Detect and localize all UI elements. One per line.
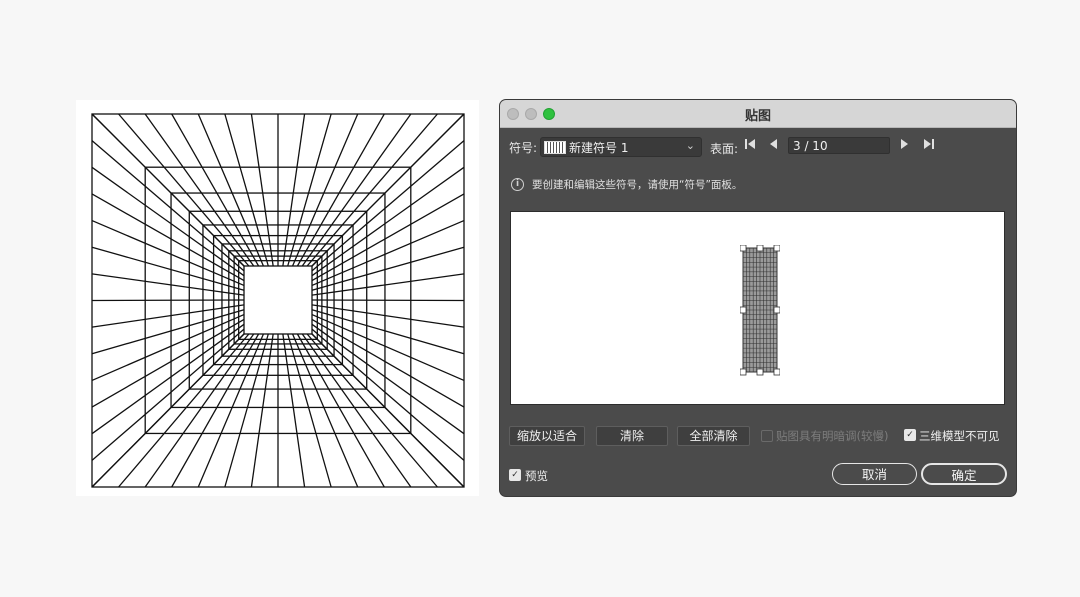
clear-all-button[interactable]: 全部清除 bbox=[677, 426, 750, 446]
tunnel-line bbox=[296, 113, 385, 267]
title-bar[interactable]: 贴图 bbox=[500, 100, 1016, 128]
map-art-dialog: 贴图 符号: 新建符号 1 ⌄ 表面: 3 / 10 i 要创建和编辑这些符号，… bbox=[500, 100, 1016, 496]
tunnel-rect bbox=[243, 265, 313, 335]
next-surface-icon[interactable] bbox=[896, 138, 912, 154]
previous-surface-icon[interactable] bbox=[766, 138, 782, 154]
clear-button[interactable]: 清除 bbox=[596, 426, 668, 446]
last-surface-icon[interactable] bbox=[921, 138, 937, 154]
tunnel-line bbox=[91, 328, 245, 461]
tunnel-line bbox=[311, 140, 465, 272]
tunnel-line bbox=[91, 193, 245, 282]
shade-artwork-checkbox[interactable] bbox=[761, 430, 773, 442]
tunnel-line bbox=[118, 333, 250, 488]
selection-handle[interactable] bbox=[756, 368, 764, 376]
selection-handle[interactable] bbox=[773, 245, 780, 252]
selection-handle[interactable] bbox=[756, 245, 764, 252]
tunnel-line bbox=[306, 113, 438, 267]
preview-label: 预览 bbox=[525, 469, 548, 483]
selection-handle[interactable] bbox=[773, 368, 780, 376]
selection-handle[interactable] bbox=[740, 245, 747, 252]
selection-handle[interactable] bbox=[773, 306, 780, 314]
dialog-title: 贴图 bbox=[744, 109, 771, 124]
tunnel-line bbox=[311, 113, 465, 267]
invisible-geometry-checkbox[interactable]: ✓ bbox=[904, 429, 916, 441]
invisible-geometry-label: 三维模型不可见 bbox=[919, 429, 1000, 443]
tunnel-line bbox=[306, 333, 438, 488]
tunnel-line bbox=[311, 193, 465, 282]
tunnel-line bbox=[171, 113, 260, 267]
tunnel-line bbox=[311, 299, 465, 302]
scale-to-fit-button[interactable]: 缩放以适合 bbox=[509, 426, 585, 446]
tunnel-line bbox=[311, 328, 465, 461]
tunnel-line bbox=[118, 113, 250, 267]
surface-label: 表面: bbox=[710, 142, 739, 156]
selection-handle[interactable] bbox=[740, 368, 747, 376]
shade-artwork-label: 贴图具有明暗调(较慢) bbox=[776, 429, 889, 443]
tunnel-rect bbox=[238, 260, 318, 341]
artboard bbox=[76, 100, 479, 496]
symbol-label: 符号: bbox=[509, 141, 538, 155]
symbol-select-value: 新建符号 1 bbox=[569, 141, 629, 155]
cancel-button[interactable]: 取消 bbox=[832, 463, 917, 485]
tunnel-line bbox=[91, 333, 245, 488]
info-icon: i bbox=[511, 178, 524, 191]
tunnel-line bbox=[311, 333, 465, 488]
selection-handle[interactable] bbox=[740, 306, 747, 314]
preview-checkbox[interactable]: ✓ bbox=[509, 469, 521, 481]
tunnel-line bbox=[171, 333, 260, 488]
first-surface-icon[interactable] bbox=[742, 138, 758, 154]
tunnel-line bbox=[91, 299, 245, 302]
info-message: 要创建和编辑这些符号，请使用“符号”面板。 bbox=[532, 179, 743, 191]
symbol-thumbnail-icon bbox=[544, 141, 566, 154]
symbol-select[interactable]: 新建符号 1 ⌄ bbox=[540, 137, 702, 157]
tunnel-line bbox=[91, 140, 245, 272]
tunnel-grid-artwork bbox=[91, 113, 465, 488]
chevron-down-icon: ⌄ bbox=[685, 139, 695, 152]
ok-button[interactable]: 确定 bbox=[921, 463, 1007, 485]
tunnel-line bbox=[296, 333, 385, 488]
placed-symbol[interactable] bbox=[740, 245, 780, 377]
surface-field[interactable]: 3 / 10 bbox=[788, 137, 890, 154]
tunnel-rect bbox=[233, 255, 323, 345]
tunnel-line bbox=[91, 113, 245, 267]
surface-preview-canvas[interactable] bbox=[510, 211, 1005, 405]
